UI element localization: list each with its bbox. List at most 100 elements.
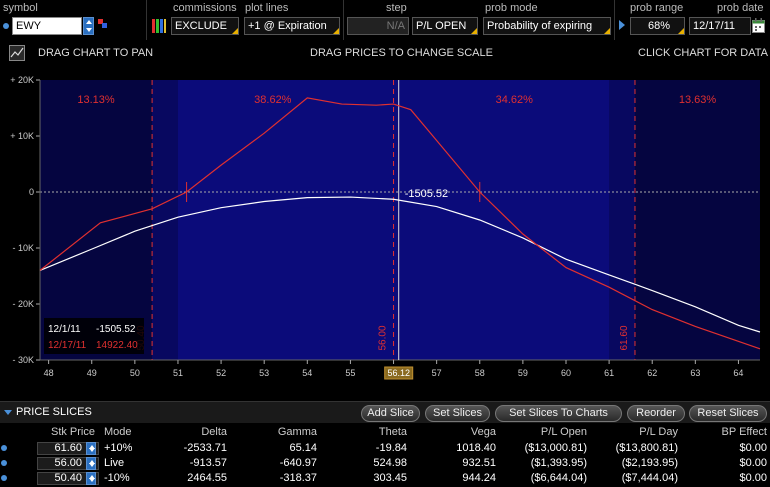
prob-range-label: prob range <box>630 2 684 14</box>
table-row[interactable]: 50.40 -10% 2464.55 -318.37 303.45 944.24… <box>0 471 770 486</box>
table-row[interactable]: 56.00 Live -913.57 -640.97 524.98 932.51… <box>0 456 770 471</box>
symbol-color-icon[interactable] <box>98 19 107 28</box>
shade-band <box>609 80 635 360</box>
reset-slices-button[interactable]: Reset Slices <box>689 405 767 422</box>
x-tick-label: 52 <box>216 368 226 378</box>
legend-series-value: -1505.52 <box>96 324 136 335</box>
x-tick-label: 57 <box>432 368 442 378</box>
col-pl-day[interactable]: P/L Day <box>590 425 678 440</box>
cell-pl-day: ($2,193.95) <box>621 457 678 469</box>
col-stk-price[interactable]: Stk Price <box>30 425 95 440</box>
set-slices-to-charts-button[interactable]: Set Slices To Charts <box>495 405 622 422</box>
probability-label: 34.62% <box>496 94 534 106</box>
cell-gamma: -640.97 <box>279 457 317 469</box>
x-tick-label: 61 <box>604 368 614 378</box>
commissions-label: commissions <box>173 2 237 14</box>
prob-date-field[interactable]: 12/17/11 <box>689 17 751 35</box>
cell-vega: 944.24 <box>462 472 496 484</box>
step-mode-dropdown[interactable]: P/L OPEN <box>412 17 478 35</box>
cell-delta: 2464.55 <box>187 472 227 484</box>
x-tick-label: 60 <box>561 368 571 378</box>
prob-range-field[interactable]: 68% <box>630 17 685 35</box>
step-field[interactable]: N/A <box>347 17 409 35</box>
plot-lines-dropdown[interactable]: +1 @ Expiration <box>244 17 340 35</box>
chart-canvas[interactable]: + 20K + 10K 0 - 10K - 20K - 30K 48 49 50 51 52 53 54… <box>0 70 770 390</box>
x-tick-label: 58 <box>475 368 485 378</box>
y-tick-label: + 10K <box>10 131 34 141</box>
cell-stk-price: 61.60 <box>54 442 82 454</box>
cell-theta: -19.84 <box>375 442 407 454</box>
collapse-slices-icon[interactable] <box>4 410 12 415</box>
pan-hint: DRAG CHART TO PAN <box>38 47 154 59</box>
prob-mode-label: prob mode <box>485 2 538 14</box>
x-tick-label: 64 <box>733 368 743 378</box>
cell-mode: Live <box>104 457 125 469</box>
collapse-arrow-icon[interactable] <box>619 20 625 30</box>
col-vega[interactable]: Vega <box>420 425 496 440</box>
x-tick-label: 51 <box>173 368 183 378</box>
legend-series-name: 12/1/11 <box>48 324 81 335</box>
y-tick-label: 0 <box>29 187 34 197</box>
col-bp-effect[interactable]: BP Effect <box>680 425 767 440</box>
col-pl-open[interactable]: P/L Open <box>500 425 587 440</box>
risk-profile-chart[interactable]: + 20K + 10K 0 - 10K - 20K - 30K 48 49 50 51 52 53 54… <box>0 70 770 390</box>
current-price-label: 56.12 <box>387 368 410 378</box>
color-bars-icon[interactable] <box>151 17 167 35</box>
prob-range-value: 68% <box>647 20 670 32</box>
calendar-icon[interactable] <box>752 18 765 33</box>
cell-theta: 303.45 <box>373 472 407 484</box>
chart-toolbar: DRAG CHART TO PAN DRAG PRICES TO CHANGE … <box>0 42 770 66</box>
step-mode-value: P/L OPEN <box>416 20 467 32</box>
cell-gamma: 65.14 <box>289 442 317 454</box>
y-tick-label: + 20K <box>10 75 34 85</box>
cell-pl-open: ($13,000.81) <box>524 442 587 454</box>
add-slice-button[interactable]: Add Slice <box>361 405 420 422</box>
cell-delta: -913.57 <box>189 457 227 469</box>
slice-label: 61.60 <box>619 325 630 350</box>
cell-stk-price: 50.40 <box>54 472 82 484</box>
probability-label: 13.63% <box>679 94 717 106</box>
x-tick-label: 48 <box>44 368 54 378</box>
shade-band <box>152 80 178 360</box>
cell-mode: +10% <box>104 442 133 454</box>
prob-mode-value: Probability of expiring <box>487 20 593 32</box>
chart-style-icon[interactable] <box>9 45 25 61</box>
set-slices-button[interactable]: Set Slices <box>425 405 490 422</box>
table-row[interactable]: 61.60 +10% -2533.71 65.14 -19.84 1018.40… <box>0 441 770 456</box>
x-tick-label: 55 <box>345 368 355 378</box>
stk-price-spinner[interactable] <box>86 472 96 485</box>
probability-label: 13.13% <box>77 94 115 106</box>
cell-pl-day: ($13,800.81) <box>615 442 678 454</box>
data-hint: CLICK CHART FOR DATA <box>638 47 768 59</box>
cell-bp-effect: $0.00 <box>739 472 767 484</box>
reorder-button[interactable]: Reorder <box>627 405 685 422</box>
cell-pl-open: ($6,644.04) <box>530 472 587 484</box>
symbol-spinner[interactable] <box>83 17 94 35</box>
probability-label: 38.62% <box>254 94 292 106</box>
cell-pl-day: ($7,444.04) <box>621 472 678 484</box>
col-theta[interactable]: Theta <box>330 425 407 440</box>
legend-series-value: 14922.40 <box>96 340 138 351</box>
prob-mode-dropdown[interactable]: Probability of expiring <box>483 17 611 35</box>
y-tick-label: - 20K <box>12 299 34 309</box>
y-tick-label: - 30K <box>12 355 34 365</box>
x-tick-label: 54 <box>302 368 312 378</box>
stk-price-spinner[interactable] <box>86 442 96 455</box>
symbol-field[interactable]: EWY <box>12 17 82 35</box>
col-gamma[interactable]: Gamma <box>245 425 317 440</box>
price-slices-header: PRICE SLICES Add Slice Set Slices Set Sl… <box>0 401 770 423</box>
col-mode[interactable]: Mode <box>100 425 140 440</box>
header: symbol EWY commissions EXCLUDE plot line… <box>0 0 770 40</box>
col-delta[interactable]: Delta <box>160 425 227 440</box>
dot-marker-icon <box>3 23 9 29</box>
row-marker-icon <box>1 460 7 466</box>
stk-price-spinner[interactable] <box>86 457 96 470</box>
row-marker-icon <box>1 475 7 481</box>
commissions-dropdown[interactable]: EXCLUDE <box>171 17 239 35</box>
symbol-label: symbol <box>3 2 38 14</box>
x-tick-label: 53 <box>259 368 269 378</box>
commissions-value: EXCLUDE <box>175 20 227 32</box>
cell-vega: 932.51 <box>462 457 496 469</box>
cell-delta: -2533.71 <box>183 442 227 454</box>
legend-series-name: 12/17/11 <box>48 340 87 351</box>
